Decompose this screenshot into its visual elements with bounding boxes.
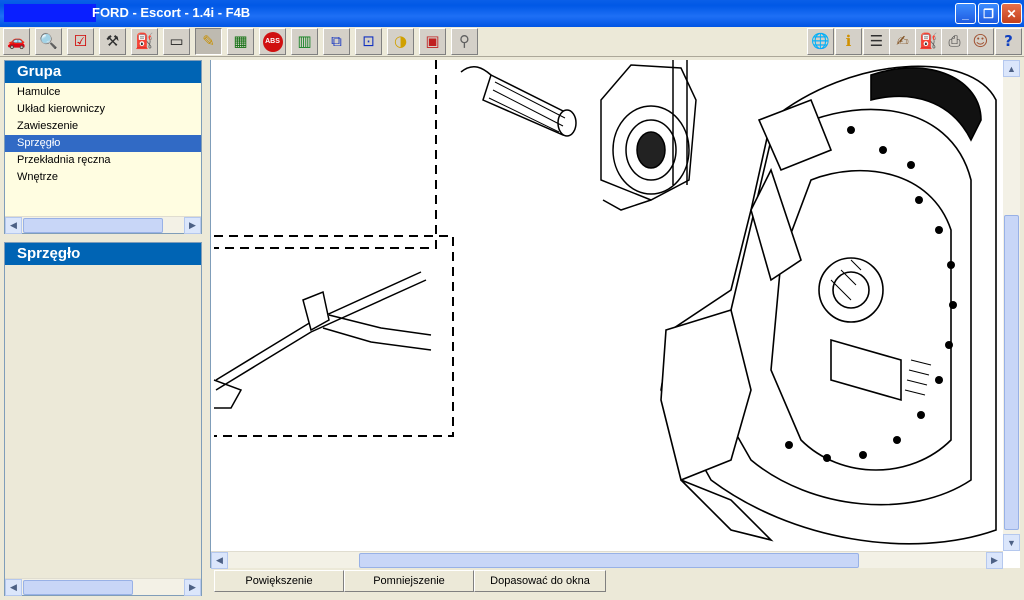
bottom-bar: Powiększenie Pomniejszenie Dopasować do … (210, 570, 1024, 592)
info-icon[interactable]: ℹ (835, 28, 862, 55)
app-icon[interactable] (4, 4, 96, 22)
printer-icon[interactable]: ⎙ (941, 28, 968, 55)
edit-document-icon[interactable]: ✍ (889, 28, 916, 55)
car-icon[interactable]: 🚗 (3, 28, 30, 55)
scroll-right-icon[interactable]: ▶ (986, 552, 1003, 569)
drawing-vscrollbar[interactable]: ▲ ▼ (1003, 60, 1020, 551)
gauge-icon[interactable]: ▭ (163, 28, 190, 55)
scroll-down-icon[interactable]: ▼ (1003, 534, 1020, 551)
list-item-selected[interactable]: Sprzęgło (5, 135, 201, 152)
help-icon[interactable]: ? (995, 28, 1022, 55)
clutch-assembly-drawing (213, 60, 997, 545)
close-button[interactable]: ✕ (1001, 3, 1022, 24)
scroll-thumb[interactable] (23, 218, 163, 233)
scroll-left-icon[interactable]: ◀ (5, 217, 22, 234)
gas-station-icon[interactable]: ⛽ (915, 28, 942, 55)
groups-panel-title: Grupa (5, 61, 201, 83)
scroll-thumb[interactable] (359, 553, 859, 568)
minimize-button[interactable]: _ (955, 3, 976, 24)
scroll-left-icon[interactable]: ◀ (211, 552, 228, 569)
section-panel-title: Sprzęgło (5, 243, 201, 265)
timing-icon[interactable]: ◑ (387, 28, 414, 55)
pin-icon[interactable]: ⚲ (451, 28, 478, 55)
abs-label: ABS (262, 31, 283, 52)
zoom-out-button[interactable]: Pomniejszenie (344, 570, 474, 592)
tools-icon[interactable]: ⚒ (99, 28, 126, 55)
list-item[interactable]: Układ kierowniczy (5, 101, 201, 118)
wiring-icon[interactable]: ⧉ (323, 28, 350, 55)
info-search-icon[interactable]: 🔍 (35, 28, 62, 55)
user-icon[interactable]: ☺ (967, 28, 994, 55)
checklist-icon[interactable]: ☑ (67, 28, 94, 55)
measure-icon[interactable]: ⊡ (355, 28, 382, 55)
abs-icon[interactable]: ABS (259, 28, 286, 55)
scroll-right-icon[interactable]: ▶ (184, 217, 201, 234)
groups-panel: Grupa Hamulce Układ kierowniczy Zawiesze… (4, 60, 202, 234)
title-bar: FORD - Escort - 1.4i - F4B _ ❐ ✕ (0, 0, 1024, 27)
groups-list: Hamulce Układ kierowniczy Zawieszenie Sp… (5, 83, 201, 186)
list-item[interactable]: Zawieszenie (5, 118, 201, 135)
scroll-left-icon[interactable]: ◀ (5, 579, 22, 596)
fuse-icon[interactable]: ▥ (291, 28, 318, 55)
engine-icon[interactable]: ▣ (419, 28, 446, 55)
scroll-up-icon[interactable]: ▲ (1003, 60, 1020, 77)
groups-hscrollbar[interactable]: ◀ ▶ (5, 216, 201, 234)
globe-icon[interactable]: 🌐 (807, 28, 834, 55)
scroll-right-icon[interactable]: ▶ (184, 579, 201, 596)
list-item[interactable]: Wnętrze (5, 169, 201, 186)
list-item[interactable]: Hamulce (5, 84, 201, 101)
zoom-in-button[interactable]: Powiększenie (214, 570, 344, 592)
circuit-board-icon[interactable]: ▦ (227, 28, 254, 55)
drawing-view[interactable]: ▲ ▼ ◀ ▶ (210, 60, 1020, 569)
window-title: FORD - Escort - 1.4i - F4B (92, 5, 251, 20)
oil-can-icon[interactable]: ⛽ (131, 28, 158, 55)
fit-to-window-button[interactable]: Dopasować do okna (474, 570, 606, 592)
notes-icon[interactable]: ☰ (863, 28, 890, 55)
maximize-button[interactable]: ❐ (978, 3, 999, 24)
pencil-icon[interactable]: ✎ (195, 28, 222, 55)
drawing-hscrollbar[interactable]: ◀ ▶ (211, 551, 1003, 569)
section-hscrollbar[interactable]: ◀ ▶ (5, 578, 201, 596)
scroll-thumb[interactable] (23, 580, 133, 595)
scroll-thumb[interactable] (1004, 215, 1019, 530)
list-item[interactable]: Przekładnia ręczna (5, 152, 201, 169)
section-panel: Sprzęgło ◀ ▶ (4, 242, 202, 596)
toolbar: 🚗 🔍 ☑ ⚒ ⛽ ▭ ✎ ▦ ABS ▥ ⧉ ⊡ ◑ ▣ ⚲ 🌐 ℹ ☰ ✍ … (0, 27, 1024, 57)
